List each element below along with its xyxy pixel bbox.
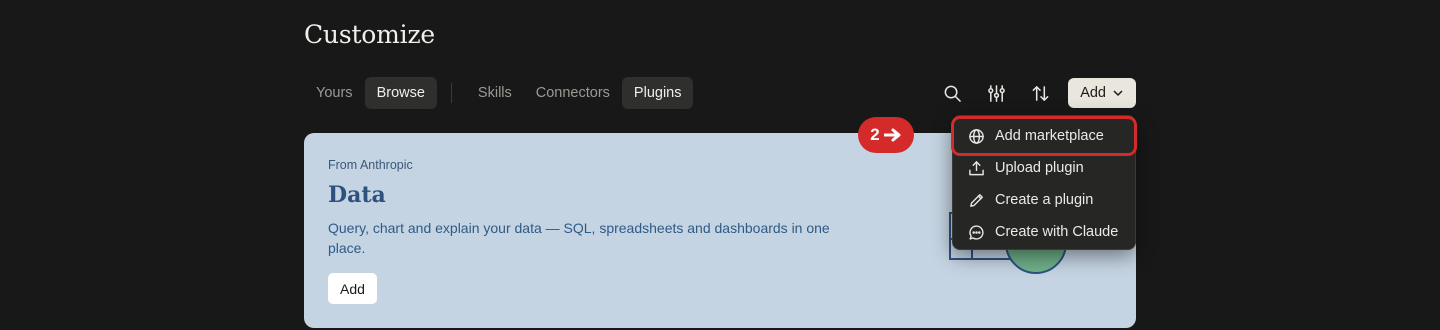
card-source: From Anthropic xyxy=(328,158,413,172)
add-dropdown-menu: Add marketplace Upload plugin Create a p… xyxy=(951,115,1137,250)
upload-icon xyxy=(969,160,984,175)
menu-item-label: Create a plugin xyxy=(995,192,1094,208)
tab-bar: Yours Browse Skills Connectors Plugins xyxy=(304,77,694,109)
arrow-right-icon xyxy=(883,128,901,142)
tab-yours[interactable]: Yours xyxy=(304,77,365,109)
menu-item-add-marketplace[interactable]: Add marketplace xyxy=(951,116,1137,156)
step-badge: 2 xyxy=(858,117,914,153)
menu-item-create-with-claude[interactable]: Create with Claude xyxy=(957,217,1131,247)
menu-item-label: Add marketplace xyxy=(995,128,1104,144)
add-button[interactable]: Add xyxy=(1068,78,1136,108)
tab-skills[interactable]: Skills xyxy=(466,77,524,109)
menu-item-upload-plugin[interactable]: Upload plugin xyxy=(957,153,1131,183)
tab-divider xyxy=(450,83,452,103)
chevron-down-icon xyxy=(1113,90,1123,97)
tab-connectors[interactable]: Connectors xyxy=(524,77,622,109)
card-title: Data xyxy=(328,182,386,208)
pencil-icon xyxy=(970,193,983,207)
tab-browse[interactable]: Browse xyxy=(364,77,437,109)
globe-icon xyxy=(969,128,984,144)
menu-item-label: Upload plugin xyxy=(995,160,1084,176)
toolbar: Add xyxy=(930,78,1136,108)
card-description: Query, chart and explain your data — SQL… xyxy=(328,220,830,256)
add-button-label: Add xyxy=(1080,85,1106,101)
chat-bubble-icon xyxy=(969,224,984,240)
menu-item-create-plugin[interactable]: Create a plugin xyxy=(957,185,1131,215)
menu-item-label: Create with Claude xyxy=(995,224,1119,240)
card-add-button[interactable]: Add xyxy=(328,273,377,304)
search-icon[interactable] xyxy=(930,78,974,108)
tab-plugins[interactable]: Plugins xyxy=(621,77,694,109)
filter-sliders-icon[interactable] xyxy=(974,78,1018,108)
page-title: Customize xyxy=(304,20,436,49)
sort-icon[interactable] xyxy=(1018,78,1062,108)
step-number: 2 xyxy=(870,125,880,144)
